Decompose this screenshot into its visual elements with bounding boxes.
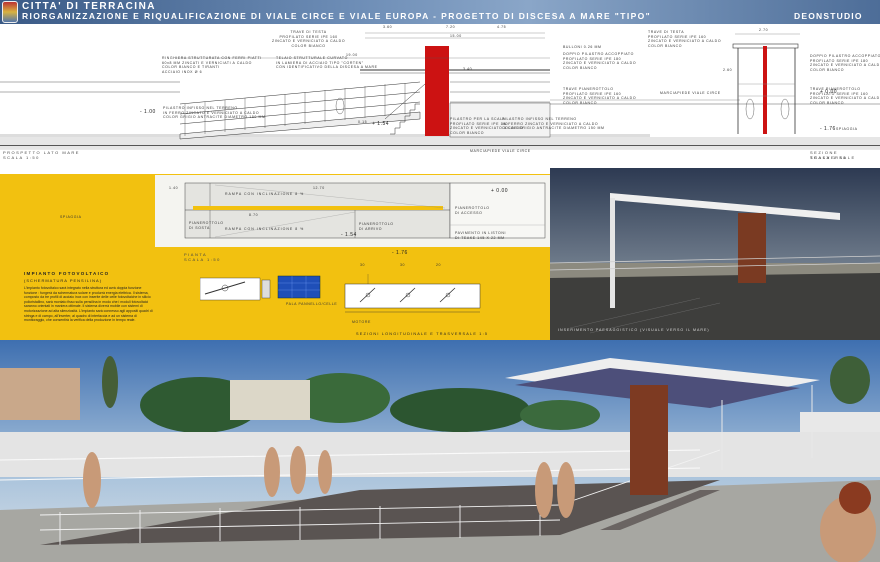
dim-label-4: 15.00 xyxy=(450,34,462,38)
plan-spiaggia: SPIAGGIA xyxy=(60,215,82,219)
plan-level-176: - 1.76 xyxy=(392,250,408,256)
plan-level-000: + 0.00 xyxy=(491,188,509,194)
dim-label-1: 3.60 xyxy=(383,25,393,29)
plan-scale: SCALA 1:50 xyxy=(184,257,221,262)
render-day-svg xyxy=(0,340,880,562)
note-telaio: TELAIO STRUTTURALE CURVATO IN LAMIERA DI… xyxy=(276,56,378,69)
note-ringhiera: RINGHIERA STRUTTURATA CON FERRI PIATTI 6… xyxy=(162,56,262,74)
level-minus-100: - 1.00 xyxy=(140,109,156,115)
note-doppio-pilastro: DOPPIO PILASTRO ACCOPPIATO PROFILATO SER… xyxy=(563,52,637,70)
render-caption: INSERIMENTO PAESAGGISTICO (VISUALE VERSO… xyxy=(558,328,710,332)
dim-label-9: 2.70 xyxy=(759,28,769,32)
plan-pianerottolo-sosta: PIANEROTTOLO DI SOSTA xyxy=(189,221,224,230)
pv-dim-1: 30 xyxy=(360,263,366,267)
level-340: 3.40 xyxy=(463,67,473,71)
pv-pala-label: PALA PANNELLO/CELLE xyxy=(286,302,338,306)
level-minus-176: - 1.76 xyxy=(820,126,836,132)
plan-pianerottolo-accesso: PIANEROTTOLO DI ACCESSO xyxy=(455,206,490,215)
pv-dim-2: 30 xyxy=(400,263,406,267)
plan-pavimento: PAVIMENTO IN LISTONI DI TEAKE 145 X 22 M… xyxy=(455,231,507,240)
elevation-drawing: 3.60 7.20 4.75 15.00 19.00 2.70 TRAVE DI… xyxy=(0,24,880,174)
pv-section-title: SEZIONI LONGITUDINALE E TRASVERSALE 1:5 xyxy=(356,332,489,336)
city-crest-icon xyxy=(2,1,18,23)
note-marciapiede-top: MARCIAPIEDE VIALE CIRCE xyxy=(470,149,531,153)
pv-dim-3: 20 xyxy=(436,263,442,267)
dim-label-2: 7.20 xyxy=(446,25,456,29)
pv-subtitle: (SCHERMATURA PENSILINA) xyxy=(24,278,103,283)
pv-section-diagram xyxy=(200,274,481,313)
prospetto-scale: SCALA 1:50 xyxy=(3,155,40,160)
level-plus-154: + 1.54 xyxy=(372,121,390,127)
level-260: 2.60 xyxy=(723,68,733,72)
project-subtitle: RIORGANIZZAZIONE E RIQUALIFICAZIONE DI V… xyxy=(22,11,652,21)
plan-rampa-2: RAMPA CON INCLINAZIONE 8 % xyxy=(225,227,305,231)
pv-title: IMPIANTO FOTOVOLTAICO xyxy=(24,271,110,276)
note-pilastro-infisso-left: PILASTRO INFISSO NEL TERRENO IN FERRO ZI… xyxy=(163,106,266,119)
pv-body: L'impianto fotovoltaico sarà integrato n… xyxy=(24,286,153,323)
plan-pianerottolo-arrivo: PIANEROTTOLO DI ARRIVO xyxy=(359,222,394,231)
level-015: 0.15 xyxy=(358,120,368,124)
pv-motore-label: MOTORE xyxy=(352,320,371,324)
plan-level-154: - 1.54 xyxy=(341,232,357,238)
studio-name: DEONSTUDIO xyxy=(794,11,863,21)
note-trave-pianerottolo: TRAVE PIANEROTTOLO PROFILATO SERIE IPE 1… xyxy=(563,87,637,105)
render-dusk-svg xyxy=(550,168,880,340)
plan-dim-b: 12.70 xyxy=(313,186,325,190)
plan-drawing: RAMPA CON INCLINAZIONE 8 % RAMPA CON INC… xyxy=(155,175,550,247)
note-bullone: BULLONI 0.26 MM xyxy=(563,45,602,49)
note-trave-testa-right: TRAVE DI TESTA PROFILATO SERIE IPE 160 Z… xyxy=(648,30,722,48)
note-spiaggia: SPIAGGIA xyxy=(836,127,858,131)
dim-label-3: 4.75 xyxy=(497,25,507,29)
note-marciapiede: MARCIAPIEDE VIALE CIRCE xyxy=(660,91,721,95)
title-banner: CITTA' DI TERRACINA RIORGANIZZAZIONE E R… xyxy=(0,0,880,24)
render-day-view xyxy=(0,340,880,562)
render-dusk-view: INSERIMENTO PAESAGGISTICO (VISUALE VERSO… xyxy=(550,168,880,340)
plan-dim-d: 8.70 xyxy=(249,213,259,217)
note-pilastro-infisso: PILASTRO INFISSO NEL TERRENO IN FERRO ZI… xyxy=(502,117,605,130)
plan-rampa-1: RAMPA CON INCLINAZIONE 8 % xyxy=(225,192,305,196)
note-doppio-pilastro-right: DOPPIO PILASTRO ACCOPPIATO PROFILATO SER… xyxy=(810,54,880,72)
level-plus-000: + 0.00 xyxy=(820,89,838,95)
note-trave-testa: TRAVE DI TESTA PROFILATO SERIE IPE 160 Z… xyxy=(272,30,346,48)
elevation-svg xyxy=(0,32,880,150)
sezione-scale: SCALA 1:50 xyxy=(810,155,847,160)
plan-dim-a: 1.40 xyxy=(169,186,179,190)
